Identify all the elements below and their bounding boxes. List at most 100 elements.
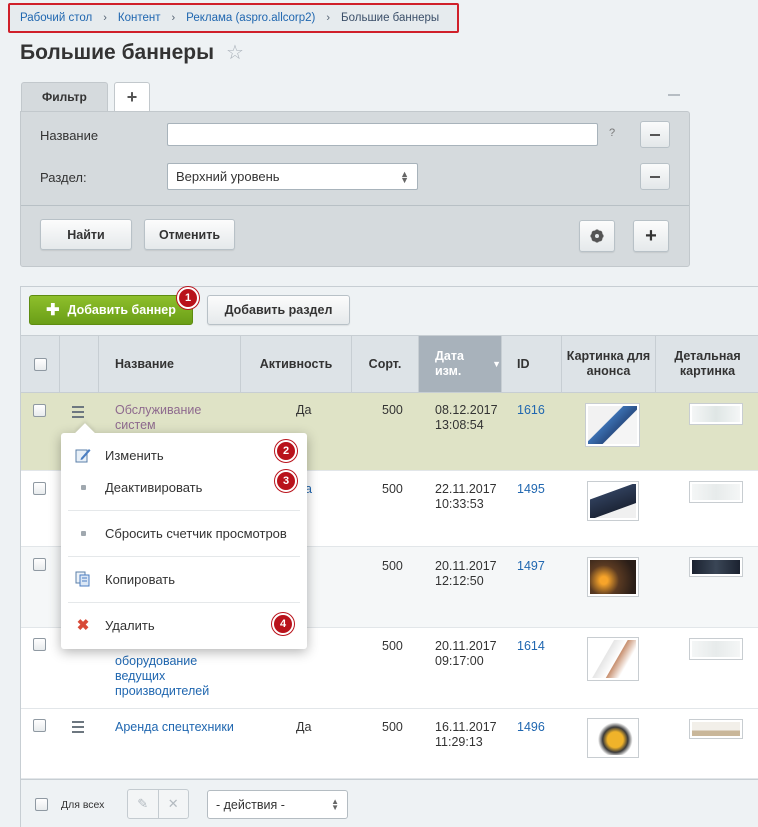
preview-image[interactable] <box>585 403 640 447</box>
row-sort: 500 <box>382 639 403 653</box>
delete-icon: ✖ <box>76 617 90 634</box>
filter-label-name: Название <box>40 128 99 143</box>
add-banner-button[interactable]: ✚ Добавить баннер <box>29 295 193 325</box>
row-date: 16.11.2017 <box>435 720 497 734</box>
table-row[interactable]: Аренда спецтехники Да 500 16.11.2017 11:… <box>21 709 758 779</box>
row-id-link[interactable]: 1497 <box>517 559 545 574</box>
row-id-link[interactable]: 1496 <box>517 720 545 735</box>
section-select-value: Верхний уровень <box>176 169 280 184</box>
row-name-line[interactable]: оборудование <box>115 654 197 669</box>
menu-divider <box>68 510 300 511</box>
preview-image[interactable] <box>587 637 639 681</box>
row-checkbox[interactable] <box>33 719 46 732</box>
chevron-right-icon: › <box>326 12 331 24</box>
chevron-right-icon: › <box>171 12 176 24</box>
menu-item-delete[interactable]: ✖ Удалить <box>61 610 307 640</box>
row-checkbox[interactable] <box>33 404 46 417</box>
column-header-active[interactable]: Активность <box>241 336 352 392</box>
detail-image[interactable] <box>689 481 743 503</box>
select-arrows-icon: ▲ ▼ <box>400 168 409 185</box>
breadcrumb-item[interactable]: Рабочий стол <box>20 12 92 24</box>
bullet-icon <box>61 530 105 536</box>
add-field-button[interactable]: + <box>633 220 669 252</box>
name-input[interactable] <box>167 123 598 146</box>
help-icon[interactable]: ? <box>609 127 615 139</box>
copy-icon <box>61 571 105 587</box>
row-date: 22.11.2017 <box>435 482 497 496</box>
column-header-name[interactable]: Название <box>99 336 241 392</box>
column-header-date-label: Дата изм. <box>435 349 464 378</box>
row-date: 20.11.2017 <box>435 639 497 653</box>
select-all-checkbox[interactable] <box>35 798 48 811</box>
row-id-link[interactable]: 1616 <box>517 403 545 418</box>
breadcrumb-item[interactable]: Реклама (aspro.allcorp2) <box>186 12 315 24</box>
menu-item-edit[interactable]: Изменить <box>61 440 307 470</box>
preview-image[interactable] <box>587 718 639 758</box>
annotation-badge: 4 <box>272 613 294 635</box>
delete-icon[interactable]: ✕ <box>159 790 189 818</box>
filter-label-section: Раздел: <box>40 170 87 185</box>
remove-field-button[interactable] <box>640 121 670 148</box>
section-select[interactable]: Верхний уровень ▲ ▼ <box>167 163 418 190</box>
menu-item-label: Изменить <box>105 447 164 463</box>
select-all-checkbox[interactable] <box>33 357 47 371</box>
row-name-line[interactable]: ведущих <box>115 669 165 684</box>
filter-settings-button[interactable] <box>579 220 615 252</box>
menu-divider <box>68 602 300 603</box>
row-sort: 500 <box>382 720 403 734</box>
row-name-link[interactable]: Аренда спецтехники <box>115 720 234 735</box>
collapse-filter-icon[interactable] <box>668 94 680 96</box>
breadcrumb-item[interactable]: Контент <box>118 12 161 24</box>
tab-filter[interactable]: Фильтр <box>21 82 108 111</box>
menu-item-copy[interactable]: Копировать <box>61 564 307 594</box>
detail-image[interactable] <box>689 557 743 577</box>
menu-divider <box>68 556 300 557</box>
add-section-button[interactable]: Добавить раздел <box>207 295 350 325</box>
header-checkbox-cell <box>21 336 60 392</box>
row-sort: 500 <box>382 403 403 417</box>
column-header-sort[interactable]: Сорт. <box>352 336 419 392</box>
edit-icon[interactable]: ✎ <box>128 790 159 818</box>
preview-image[interactable] <box>587 481 639 521</box>
menu-item-label: Деактивировать <box>105 479 203 495</box>
annotation-badge: 3 <box>275 470 297 492</box>
star-icon[interactable]: ☆ <box>226 40 244 65</box>
detail-image[interactable] <box>689 638 743 660</box>
row-sort: 500 <box>382 559 403 573</box>
edit-icon <box>61 447 105 463</box>
column-header-preview-image[interactable]: Картинка для анонса <box>562 336 656 392</box>
column-header-date[interactable]: Дата изм. ▼ <box>419 336 502 392</box>
group-action-buttons: ✎ ✕ <box>127 789 189 819</box>
add-filter-tab-button[interactable]: + <box>113 82 151 111</box>
row-checkbox[interactable] <box>33 558 46 571</box>
minus-icon <box>650 175 660 178</box>
preview-image[interactable] <box>587 557 639 597</box>
row-checkbox[interactable] <box>33 638 46 651</box>
table-header: Название Активность Сорт. Дата изм. ▼ ID … <box>21 335 758 393</box>
plus-icon: + <box>645 224 657 247</box>
detail-image[interactable] <box>689 403 743 425</box>
detail-image[interactable] <box>689 719 743 739</box>
column-header-id[interactable]: ID <box>502 336 562 392</box>
column-header-detail-image[interactable]: Детальная картинка <box>656 336 758 392</box>
gear-icon <box>590 229 604 243</box>
remove-field-button[interactable] <box>640 163 670 190</box>
row-checkbox[interactable] <box>33 482 46 495</box>
grid-footer: Для всех ✎ ✕ - действия - ▲ ▼ <box>21 779 758 827</box>
menu-item-reset-counter[interactable]: Сбросить счетчик просмотров <box>61 518 307 548</box>
row-name-line[interactable]: производителей <box>115 684 209 699</box>
menu-item-deactivate[interactable]: Деактивировать <box>61 472 307 502</box>
annotation-badge: 2 <box>275 440 297 462</box>
row-id-link[interactable]: 1495 <box>517 482 545 497</box>
row-id-link[interactable]: 1614 <box>517 639 545 654</box>
hamburger-icon[interactable] <box>72 406 84 421</box>
filter-panel: Название ? Раздел: Верхний уровень ▲ ▼ На… <box>20 111 690 267</box>
page-title: Большие баннеры <box>20 40 215 64</box>
add-banner-label: Добавить баннер <box>67 303 176 317</box>
row-name-link[interactable]: Обслуживание систем <box>115 403 235 433</box>
cancel-button[interactable]: Отменить <box>144 219 235 250</box>
row-time: 09:17:00 <box>435 654 484 668</box>
find-button[interactable]: Найти <box>40 219 132 250</box>
actions-select[interactable]: - действия - ▲ ▼ <box>207 790 348 819</box>
hamburger-icon[interactable] <box>72 721 84 736</box>
